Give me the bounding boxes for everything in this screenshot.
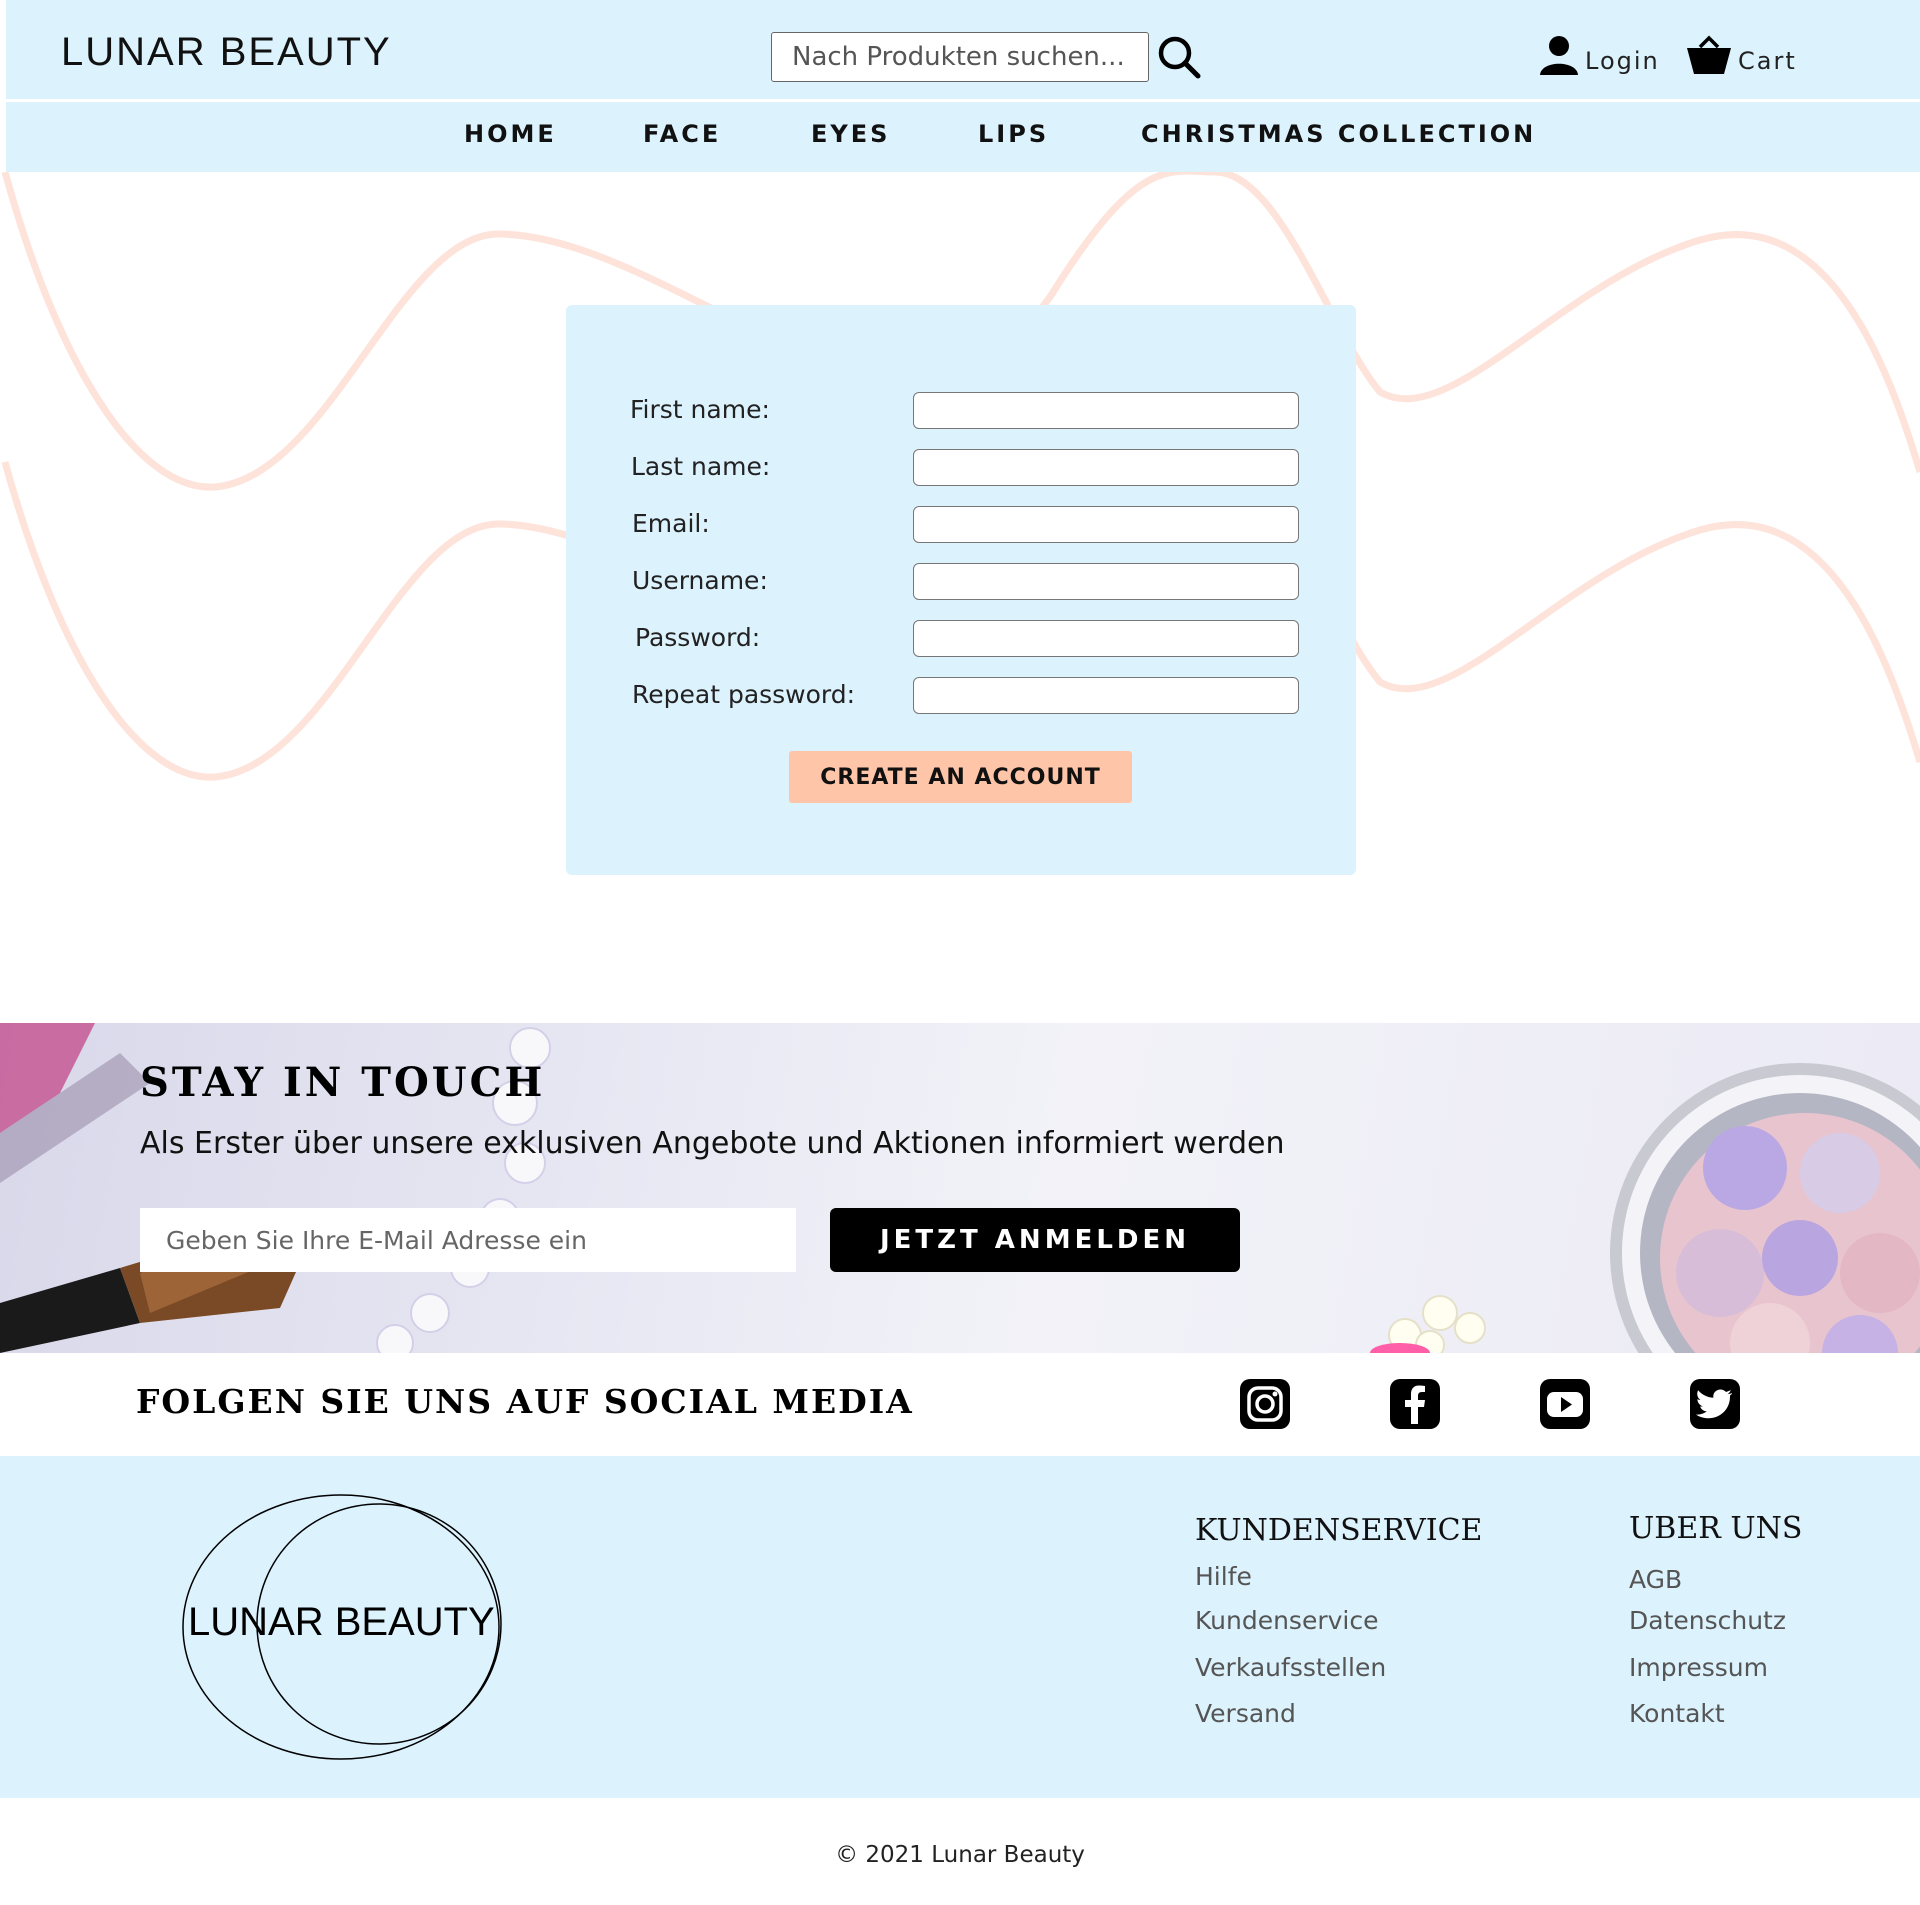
- user-icon: [1539, 34, 1579, 80]
- footer-link-hilfe[interactable]: Hilfe: [1195, 1562, 1252, 1591]
- newsletter-section: STAY IN TOUCH Als Erster über unsere exk…: [0, 1023, 1920, 1353]
- social-title: FOLGEN SIE UNS AUF SOCIAL MEDIA: [136, 1382, 914, 1421]
- ueber-uns-heading: UBER UNS: [1629, 1511, 1803, 1546]
- email-label: Email:: [632, 509, 710, 538]
- footer-link-verkaufsstellen[interactable]: Verkaufsstellen: [1195, 1653, 1386, 1682]
- email-input[interactable]: [913, 506, 1299, 543]
- cart-label: Cart: [1738, 47, 1797, 75]
- footer-logo-text: LUNAR BEAUTY: [188, 1600, 495, 1644]
- kundenservice-heading: KUNDENSERVICE: [1195, 1513, 1483, 1548]
- search-icon[interactable]: [1156, 34, 1202, 80]
- youtube-icon[interactable]: [1539, 1378, 1591, 1430]
- basket-icon: [1686, 34, 1732, 80]
- newsletter-email-input[interactable]: [140, 1208, 796, 1272]
- repeat-password-input[interactable]: [913, 677, 1299, 714]
- nav-christmas-collection[interactable]: CHRISTMAS COLLECTION: [1141, 120, 1536, 148]
- brand-logo[interactable]: LUNAR BEAUTY: [61, 30, 392, 75]
- facebook-icon[interactable]: [1389, 1378, 1441, 1430]
- username-label: Username:: [632, 566, 768, 595]
- login-button[interactable]: Login: [1539, 34, 1660, 80]
- footer-link-datenschutz[interactable]: Datenschutz: [1629, 1606, 1786, 1635]
- username-input[interactable]: [913, 563, 1299, 600]
- password-input[interactable]: [913, 620, 1299, 657]
- footer-link-impressum[interactable]: Impressum: [1629, 1653, 1768, 1682]
- login-label: Login: [1585, 47, 1660, 75]
- first-name-label: First name:: [630, 395, 770, 424]
- footer-link-agb[interactable]: AGB: [1629, 1565, 1682, 1594]
- newsletter-subtitle: Als Erster über unsere exklusiven Angebo…: [140, 1126, 1285, 1161]
- copyright: © 2021 Lunar Beauty: [835, 1842, 1085, 1868]
- register-form: First name: Last name: Email: Username: …: [566, 305, 1356, 875]
- first-name-input[interactable]: [913, 392, 1299, 429]
- search-input[interactable]: [771, 32, 1149, 82]
- nav-face[interactable]: FACE: [643, 120, 721, 148]
- nav-eyes[interactable]: EYES: [811, 120, 890, 148]
- repeat-password-label: Repeat password:: [632, 680, 856, 709]
- footer-link-versand[interactable]: Versand: [1195, 1699, 1296, 1728]
- twitter-icon[interactable]: [1689, 1378, 1741, 1430]
- newsletter-title: STAY IN TOUCH: [140, 1059, 546, 1106]
- footer-link-kontakt[interactable]: Kontakt: [1629, 1699, 1725, 1728]
- footer: LUNAR BEAUTY KUNDENSERVICE Hilfe Kundens…: [0, 1456, 1920, 1798]
- last-name-input[interactable]: [913, 449, 1299, 486]
- footer-logo[interactable]: LUNAR BEAUTY: [180, 1492, 506, 1762]
- nav-home[interactable]: HOME: [464, 120, 557, 148]
- password-label: Password:: [635, 623, 761, 652]
- instagram-icon[interactable]: [1239, 1378, 1291, 1430]
- nav-lips[interactable]: LIPS: [978, 120, 1049, 148]
- main-nav: HOME FACE EYES LIPS CHRISTMAS COLLECTION: [6, 102, 1920, 172]
- last-name-label: Last name:: [631, 452, 771, 481]
- newsletter-subscribe-button[interactable]: JETZT ANMELDEN: [830, 1208, 1240, 1272]
- create-account-button[interactable]: CREATE AN ACCOUNT: [789, 751, 1132, 803]
- footer-link-kundenservice[interactable]: Kundenservice: [1195, 1606, 1378, 1635]
- cart-button[interactable]: Cart: [1686, 34, 1797, 80]
- header-bar: LUNAR BEAUTY Login Cart: [6, 0, 1920, 102]
